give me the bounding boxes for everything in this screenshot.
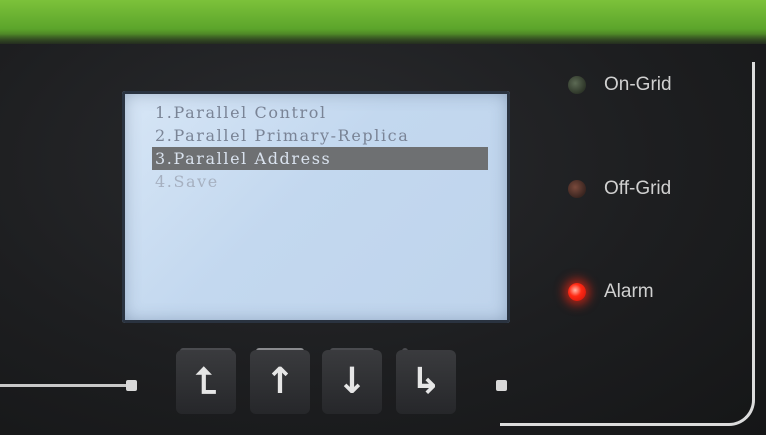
off-grid-label: Off-Grid [604, 178, 672, 199]
off-grid-led-icon [568, 180, 586, 198]
return-button[interactable]: ⮤ [176, 350, 236, 414]
alarm-led-icon [568, 283, 586, 301]
inverter-control-panel: 1.Parallel Control 2.Parallel Primary-Re… [0, 0, 766, 435]
lcd-menu: 1.Parallel Control 2.Parallel Primary-Re… [152, 101, 488, 193]
menu-item-parallel-control[interactable]: 1.Parallel Control [152, 101, 488, 124]
indicator-on-grid: On-Grid [568, 74, 672, 96]
menu-item-parallel-primary-replica[interactable]: 2.Parallel Primary-Replica [152, 124, 488, 147]
on-grid-led-icon [568, 76, 586, 94]
up-arrow-icon: ↑ [264, 361, 296, 402]
menu-item-save[interactable]: 4.Save [152, 170, 488, 193]
indicator-alarm: Alarm [568, 281, 654, 303]
up-button[interactable]: ↑ [250, 350, 310, 414]
frame-node-right [496, 380, 507, 391]
down-arrow-icon: ↓ [336, 361, 368, 402]
on-grid-label: On-Grid [604, 74, 672, 95]
lcd-screen: 1.Parallel Control 2.Parallel Primary-Re… [122, 91, 510, 323]
enter-icon: ↳ [410, 361, 442, 402]
front-panel: 1.Parallel Control 2.Parallel Primary-Re… [0, 44, 766, 435]
enclosure-top-band [0, 0, 766, 48]
indicator-off-grid: Off-Grid [568, 178, 671, 200]
return-icon: ⮤ [195, 361, 217, 402]
enter-button[interactable]: ↳ [396, 350, 456, 414]
panel-frame-line [500, 62, 755, 426]
frame-node-left [126, 380, 137, 391]
down-button[interactable]: ↓ [322, 350, 382, 414]
panel-frame-line-left [0, 384, 130, 387]
menu-item-parallel-address[interactable]: 3.Parallel Address [152, 147, 488, 170]
alarm-label: Alarm [604, 281, 654, 302]
